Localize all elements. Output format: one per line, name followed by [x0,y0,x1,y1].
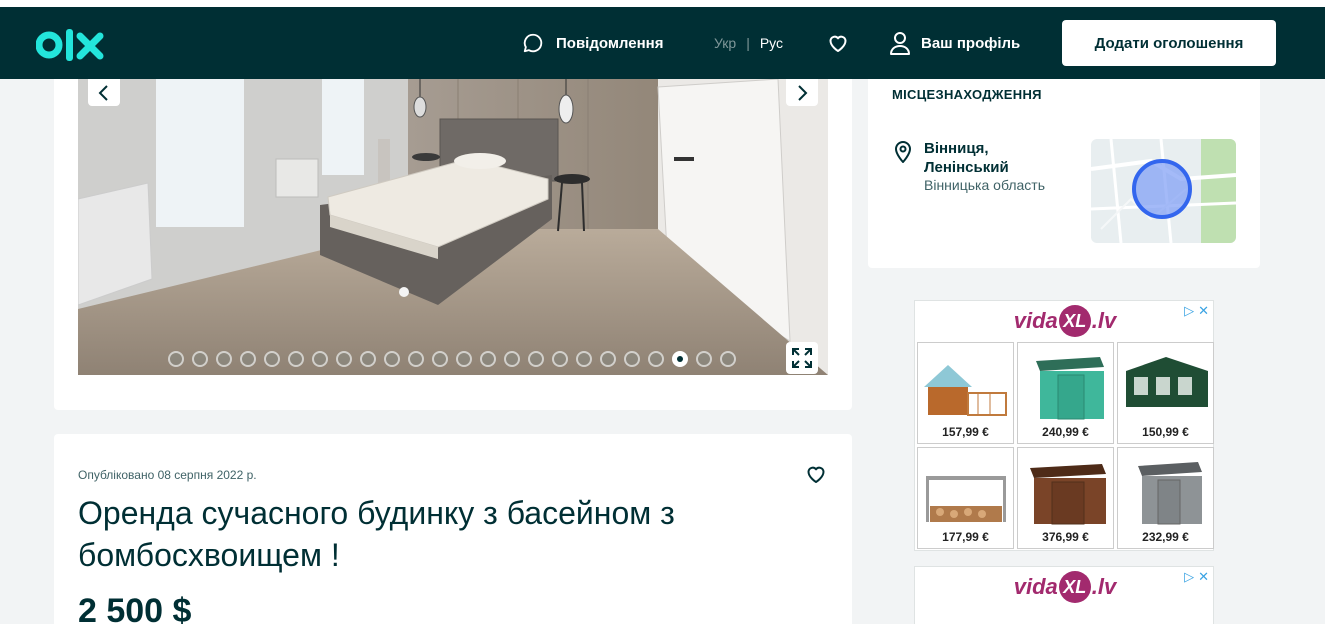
photo-dot[interactable] [672,351,688,367]
ad-close-icon[interactable]: ✕ [1198,303,1209,319]
listing-price: 2 500 $ [78,592,192,624]
product-image [925,476,1006,522]
photo-dot[interactable] [696,351,712,367]
previous-photo-button[interactable] [88,79,120,106]
photo-dot[interactable] [480,351,496,367]
photo-dot[interactable] [168,351,184,367]
listing-title: Оренда сучасного будинку з басейном з бо… [78,495,675,573]
profile-label: Ваш профіль [921,34,1021,52]
photo-dot[interactable] [264,351,280,367]
product-price: 157,99 € [942,425,989,439]
product-image [1029,464,1106,525]
photo-dot[interactable] [432,351,448,367]
messages-label: Повідомлення [556,34,664,52]
ad-product-green-metal-shed[interactable]: 240,99 € [1017,342,1114,444]
next-photo-button[interactable] [786,79,818,106]
ad-brand-logo: vida XL .lv [915,567,1215,607]
location-region: Вінницька область [924,177,1045,193]
top-strip [0,0,1325,7]
messages-link[interactable]: Повідомлення [522,31,663,55]
photo-dot[interactable] [408,351,424,367]
location-map[interactable] [1091,139,1236,243]
photo-dot[interactable] [384,351,400,367]
location-heading: МІСЦЕЗНАХОДЖЕННЯ [892,87,1042,102]
chat-bubble-icon [523,33,543,53]
lang-rus[interactable]: Рус [760,35,783,51]
photo-gallery [54,79,852,410]
photo-dot[interactable] [288,351,304,367]
ad-choices-icon[interactable]: ▷ [1184,569,1194,585]
photo-dot[interactable] [600,351,616,367]
photo-dot[interactable] [624,351,640,367]
listing-details: Опубліковано 08 серпня 2022 р. Оренда су… [54,434,852,624]
ad-product-grey-metal-shed[interactable]: 232,99 € [1117,447,1214,549]
photo-dot[interactable] [504,351,520,367]
product-price: 376,99 € [1042,530,1089,544]
advertisement-banner[interactable]: vida XL .lv ▷ ✕ 157,99 € 240,99 € 150,99 € 17… [914,300,1214,551]
add-to-favorites-icon[interactable] [804,462,828,486]
photo-dot[interactable] [456,351,472,367]
product-price: 177,99 € [942,530,989,544]
ad-choices[interactable]: ▷ ✕ [1184,303,1209,319]
photo-dot[interactable] [336,351,352,367]
product-price: 240,99 € [1042,425,1089,439]
fullscreen-icon [792,348,812,368]
add-listing-button[interactable]: Додати оголошення [1062,20,1276,66]
photo-dot[interactable] [312,351,328,367]
photo-dot[interactable] [552,351,568,367]
site-header: Повідомлення Укр | Рус Ваш профіль Додат… [0,7,1325,79]
photo-dot[interactable] [648,351,664,367]
ad-product-party-tent[interactable]: 150,99 € [1117,342,1214,444]
heart-icon[interactable] [826,31,850,55]
lang-separator: | [746,35,750,51]
ad-product-grid: 157,99 € 240,99 € 150,99 € 177,99 € 376,99 €… [917,342,1214,549]
ad-brand-logo: vida XL .lv [915,301,1215,341]
product-image [1137,462,1202,525]
ad-choices[interactable]: ▷ ✕ [1184,569,1209,585]
fullscreen-button[interactable] [786,342,818,374]
product-image [1035,357,1104,420]
location-card: МІСЦЕЗНАХОДЖЕННЯ Вінниця, Ленінський Він… [868,79,1260,268]
ad-close-icon[interactable]: ✕ [1198,569,1209,585]
language-switcher: Укр | Рус [714,35,783,51]
lang-ukr[interactable]: Укр [714,35,736,51]
photo-dot[interactable] [576,351,592,367]
map-pin-icon [894,141,912,163]
listing-photo[interactable] [78,79,828,375]
chevron-right-icon [798,84,808,101]
photo-dot[interactable] [720,351,736,367]
profile-link[interactable]: Ваш профіль [889,31,1020,55]
product-price: 150,99 € [1142,425,1189,439]
advertisement-banner-2[interactable]: vida XL .lv ▷ ✕ [914,566,1214,624]
photo-dot[interactable] [360,351,376,367]
photo-dot[interactable] [240,351,256,367]
photo-dot[interactable] [216,351,232,367]
photo-dot[interactable] [528,351,544,367]
bedroom-photo [78,79,828,375]
olx-logo[interactable] [36,25,112,65]
location-city: Вінниця, Ленінський [924,140,1009,176]
ad-product-brown-metal-shed[interactable]: 376,99 € [1017,447,1114,549]
ad-choices-icon[interactable]: ▷ [1184,303,1194,319]
ad-product-log-store[interactable]: 177,99 € [917,447,1014,549]
product-price: 232,99 € [1142,530,1189,544]
product-image [1125,357,1208,407]
user-icon [890,32,910,55]
photo-dot[interactable] [192,351,208,367]
ad-product-chicken-coop[interactable]: 157,99 € [917,342,1014,444]
chevron-left-icon [98,84,108,101]
photo-pagination [168,351,736,367]
product-image [923,365,1007,416]
published-date: Опубліковано 08 серпня 2022 р. [78,468,257,482]
